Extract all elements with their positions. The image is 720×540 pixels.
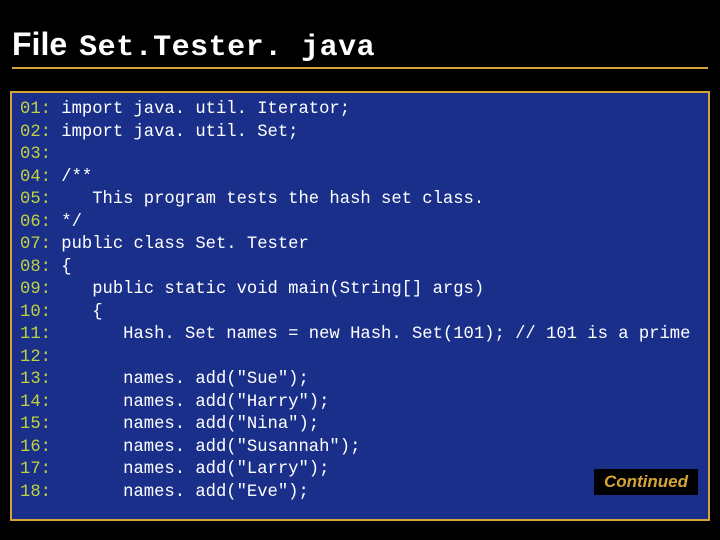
code-line: 09: public static void main(String[] arg… bbox=[20, 279, 700, 302]
code-block: 01: import java. util. Iterator;02: impo… bbox=[20, 99, 700, 504]
line-number: 11: bbox=[20, 325, 51, 344]
code-line: 16: names. add("Susannah"); bbox=[20, 437, 700, 460]
line-number: 09: bbox=[20, 280, 51, 299]
code-line: 13: names. add("Sue"); bbox=[20, 369, 700, 392]
line-number: 01: bbox=[20, 100, 51, 119]
code-line: 12: bbox=[20, 347, 700, 370]
line-code: Hash. Set names = new Hash. Set(101); //… bbox=[51, 325, 690, 344]
code-line: 07: public class Set. Tester bbox=[20, 234, 700, 257]
line-number: 16: bbox=[20, 438, 51, 457]
line-code: names. add("Sue"); bbox=[51, 370, 309, 389]
line-code: public static void main(String[] args) bbox=[51, 280, 484, 299]
line-code: { bbox=[51, 258, 72, 277]
code-line: 08: { bbox=[20, 257, 700, 280]
line-code: names. add("Larry"); bbox=[51, 460, 329, 479]
line-code: public class Set. Tester bbox=[51, 235, 309, 254]
line-number: 08: bbox=[20, 258, 51, 277]
line-code: { bbox=[51, 303, 103, 322]
continued-badge: Continued bbox=[594, 469, 698, 495]
line-number: 12: bbox=[20, 348, 51, 367]
line-number: 13: bbox=[20, 370, 51, 389]
code-line: 06: */ bbox=[20, 212, 700, 235]
line-code: names. add("Susannah"); bbox=[51, 438, 360, 457]
line-number: 15: bbox=[20, 415, 51, 434]
line-code: names. add("Nina"); bbox=[51, 415, 319, 434]
line-number: 05: bbox=[20, 190, 51, 209]
line-number: 06: bbox=[20, 213, 51, 232]
line-code: names. add("Eve"); bbox=[51, 483, 309, 502]
code-line: 05: This program tests the hash set clas… bbox=[20, 189, 700, 212]
line-number: 10: bbox=[20, 303, 51, 322]
title-area: File Set.Tester. java bbox=[0, 0, 720, 77]
code-panel: 01: import java. util. Iterator;02: impo… bbox=[10, 91, 710, 521]
line-number: 18: bbox=[20, 483, 51, 502]
title-label: File bbox=[12, 26, 67, 63]
code-line: 11: Hash. Set names = new Hash. Set(101)… bbox=[20, 324, 700, 347]
line-number: 02: bbox=[20, 123, 51, 142]
title-filename: Set.Tester. java bbox=[79, 31, 375, 65]
code-line: 15: names. add("Nina"); bbox=[20, 414, 700, 437]
line-number: 04: bbox=[20, 168, 51, 187]
line-code: This program tests the hash set class. bbox=[51, 190, 484, 209]
line-code: import java. util. Set; bbox=[51, 123, 299, 142]
title-line: File Set.Tester. java bbox=[12, 26, 708, 69]
line-number: 03: bbox=[20, 145, 51, 164]
line-code: */ bbox=[51, 213, 82, 232]
line-code: import java. util. Iterator; bbox=[51, 100, 350, 119]
line-code: /** bbox=[51, 168, 92, 187]
code-line: 02: import java. util. Set; bbox=[20, 122, 700, 145]
line-number: 07: bbox=[20, 235, 51, 254]
line-number: 17: bbox=[20, 460, 51, 479]
code-line: 01: import java. util. Iterator; bbox=[20, 99, 700, 122]
line-number: 14: bbox=[20, 393, 51, 412]
code-line: 04: /** bbox=[20, 167, 700, 190]
code-line: 03: bbox=[20, 144, 700, 167]
line-code: names. add("Harry"); bbox=[51, 393, 329, 412]
code-line: 14: names. add("Harry"); bbox=[20, 392, 700, 415]
code-line: 10: { bbox=[20, 302, 700, 325]
